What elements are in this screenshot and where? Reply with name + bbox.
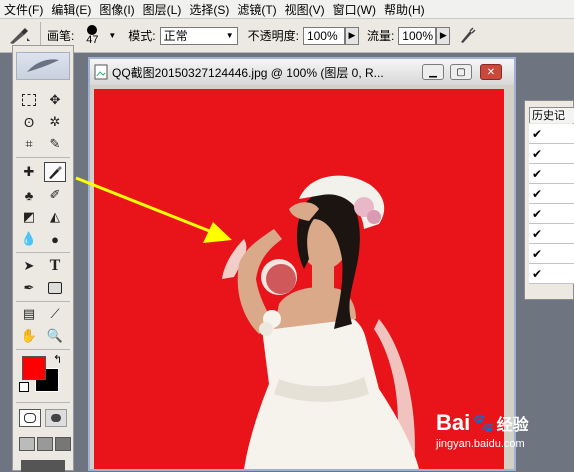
baidu-paw-icon: 🐾 <box>472 412 495 433</box>
watermark: Bai 🐾 经验 jingyan.baidu.com <box>436 410 574 470</box>
watermark-url: jingyan.baidu.com <box>436 438 525 450</box>
watermark-brand: Bai <box>436 410 471 435</box>
watermark-brand-2: 经验 <box>496 417 529 434</box>
annotation-arrow <box>75 176 232 243</box>
